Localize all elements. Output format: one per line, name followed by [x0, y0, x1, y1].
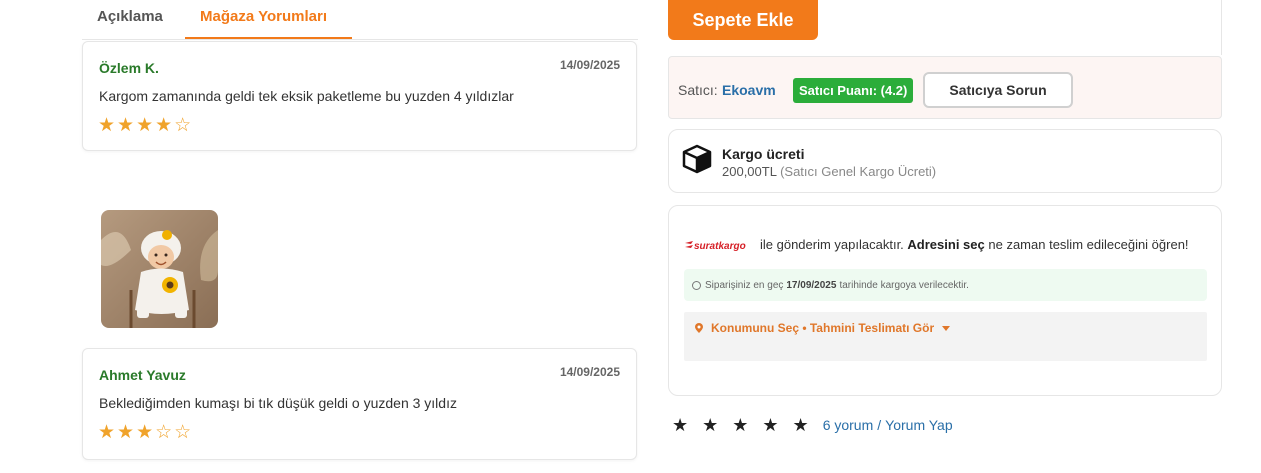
- rating-stars: ★★★★★: [672, 414, 823, 435]
- baby-photo-image: [101, 210, 218, 328]
- deadline-text-before: Siparişiniz en geç: [705, 279, 784, 291]
- clock-icon: [692, 280, 701, 290]
- review-card: Özlem K. 14/09/2025 Kargom zamanında gel…: [82, 41, 637, 151]
- shipping-fee-box: Kargo ücreti 200,00TL (Satıcı Genel Karg…: [668, 129, 1222, 193]
- review-text: Kargom zamanında geldi tek eksik paketle…: [99, 88, 514, 104]
- tab-store-reviews[interactable]: Mağaza Yorumları: [200, 8, 327, 25]
- select-location-link[interactable]: Konumunu Seç • Tahmini Teslimatı Gör: [695, 321, 951, 335]
- seller-label: Satıcı:: [678, 82, 718, 98]
- map-pin-icon: [695, 323, 703, 333]
- shipping-fee-title: Kargo ücreti: [722, 146, 805, 162]
- reviewer-name: Ahmet Yavuz: [99, 367, 186, 383]
- select-location-label: Konumunu Seç • Tahmini Teslimatı Gör: [711, 321, 935, 335]
- box-icon: [682, 144, 712, 174]
- chevron-down-icon: [942, 325, 951, 331]
- active-tab-indicator: [185, 37, 352, 39]
- shipping-fee-amount: 200,00TL (Satıcı Genel Kargo Ücreti): [722, 164, 936, 179]
- delivery-info: suratkargo ile gönderim yapılacaktır. Ad…: [668, 205, 1222, 396]
- review-date: 14/09/2025: [559, 365, 620, 379]
- reviewer-name: Özlem K.: [99, 60, 159, 76]
- review-text: Beklediğimden kumaşı bi tık düşük geldi …: [99, 395, 457, 411]
- tab-description[interactable]: Açıklama: [97, 8, 163, 25]
- seller-score-badge: Satıcı Puanı: (4.2): [793, 78, 914, 103]
- delivery-text-before: ile gönderim yapılacaktır.: [760, 237, 904, 252]
- delivery-message: ile gönderim yapılacaktır. Adresini seç …: [760, 237, 1189, 252]
- review-tabs: Açıklama Mağaza Yorumları: [82, 0, 638, 40]
- review-photo[interactable]: [101, 210, 218, 328]
- seller-name-link[interactable]: Ekoavm: [722, 82, 776, 98]
- add-to-cart-button[interactable]: Sepete Ekle: [668, 0, 818, 40]
- shipping-fee-value: 200,00TL: [722, 164, 777, 179]
- review-date: 14/09/2025: [559, 58, 620, 72]
- location-selector: Konumunu Seç • Tahmini Teslimatı Gör: [684, 312, 1207, 361]
- divider: [1221, 0, 1222, 55]
- write-review-link[interactable]: Yorum Yap: [885, 417, 952, 433]
- ship-deadline-notice: Siparişiniz en geç 17/09/2025 tarihinde …: [684, 269, 1207, 301]
- logo-text-surat: suratkargo: [694, 241, 746, 252]
- seller-info: Satıcı: Ekoavm Satıcı Puanı: (4.2) Satıc…: [668, 56, 1222, 119]
- surat-kargo-logo: suratkargo: [685, 241, 746, 252]
- select-address-text: Adresini seç: [907, 237, 985, 252]
- rating-summary: ★★★★★ 6 yorum / Yorum Yap: [672, 414, 953, 436]
- review-card: Ahmet Yavuz 14/09/2025 Beklediğimden kum…: [82, 348, 637, 460]
- separator: /: [877, 417, 882, 433]
- ask-seller-button[interactable]: Satıcıya Sorun: [923, 72, 1073, 108]
- review-stars: ★★★☆☆: [98, 422, 194, 443]
- delivery-text-after: ne zaman teslim edileceğini öğren!: [988, 237, 1189, 252]
- shipping-fee-note: (Satıcı Genel Kargo Ücreti): [780, 164, 937, 179]
- review-stars: ★★★★☆: [98, 115, 194, 136]
- reviews-count-link[interactable]: 6 yorum: [823, 417, 874, 433]
- deadline-date: 17/09/2025: [786, 279, 837, 291]
- deadline-text-after: tarihinde kargoya verilecektir.: [839, 279, 969, 291]
